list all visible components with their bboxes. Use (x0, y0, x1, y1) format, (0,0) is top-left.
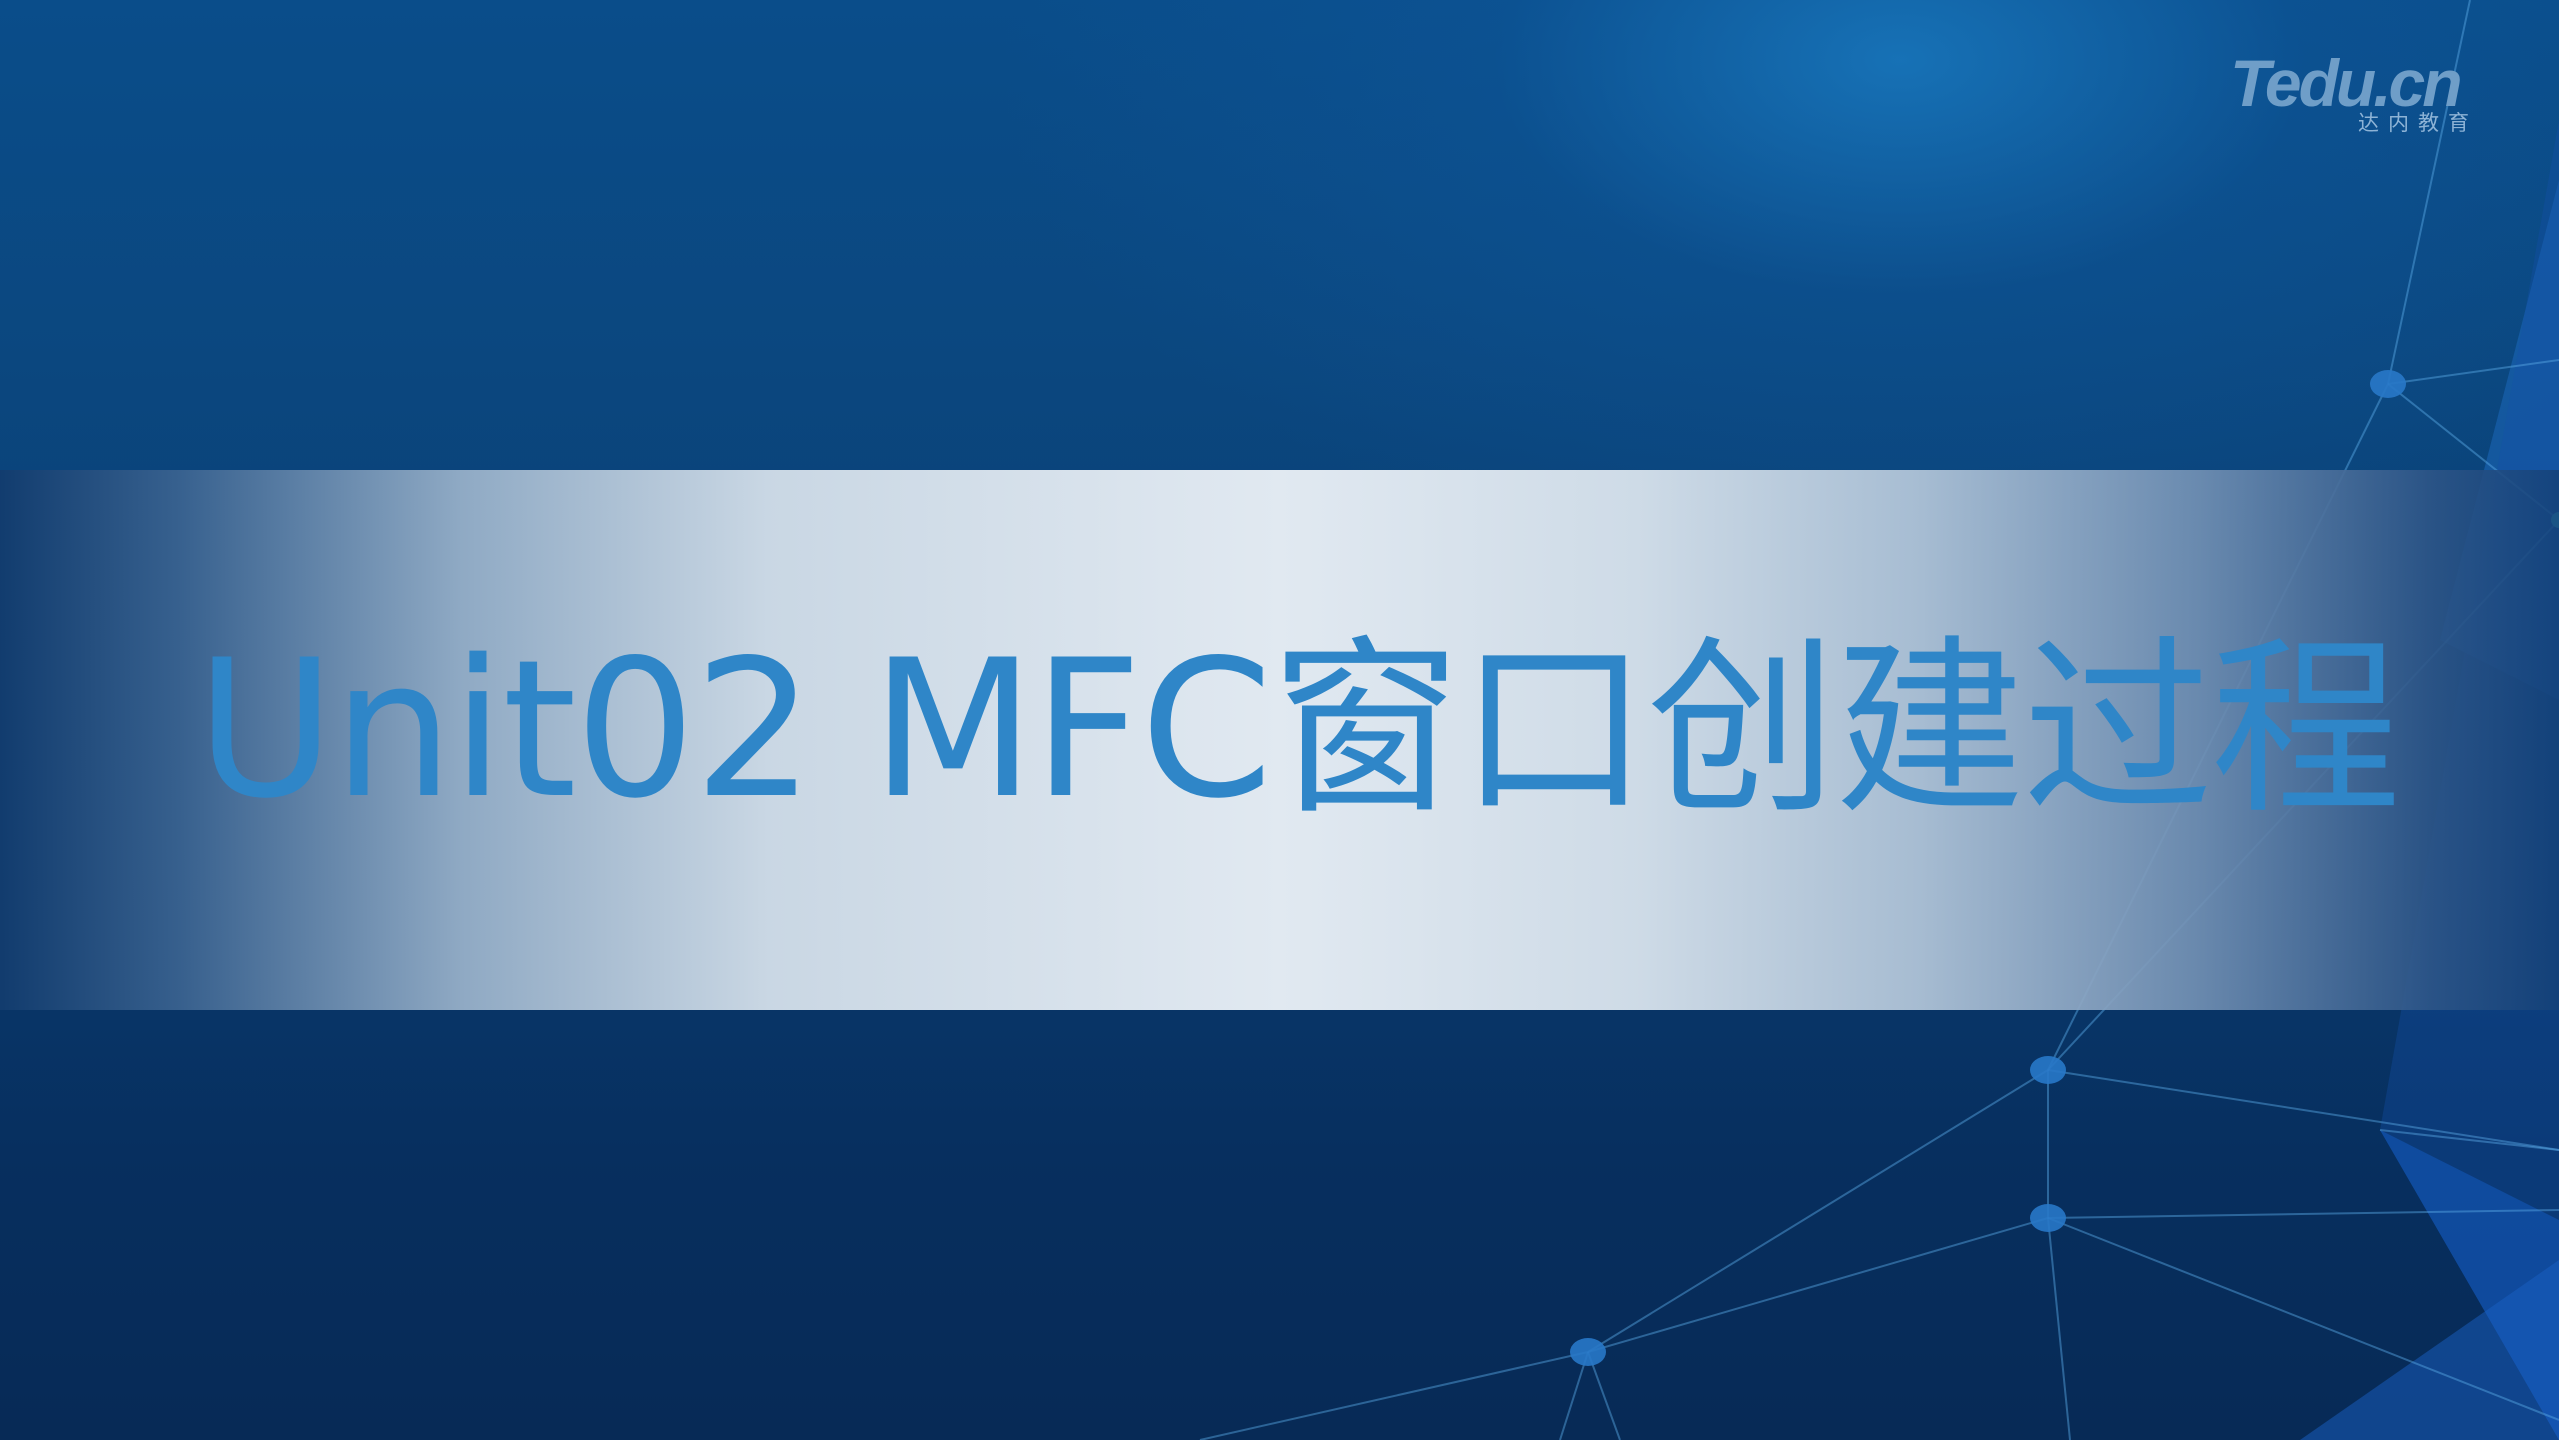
slide: Unit02 MFC窗口创建过程 Tedu.cn 达内教育 (0, 0, 2559, 1440)
logo-subtext: 达内教育 (2358, 111, 2478, 135)
tedu-logo: Tedu.cn 达内教育 (2230, 48, 2490, 138)
slide-title: Unit02 MFC窗口创建过程 (196, 619, 2401, 840)
logo-text: Tedu.cn (2230, 46, 2463, 120)
